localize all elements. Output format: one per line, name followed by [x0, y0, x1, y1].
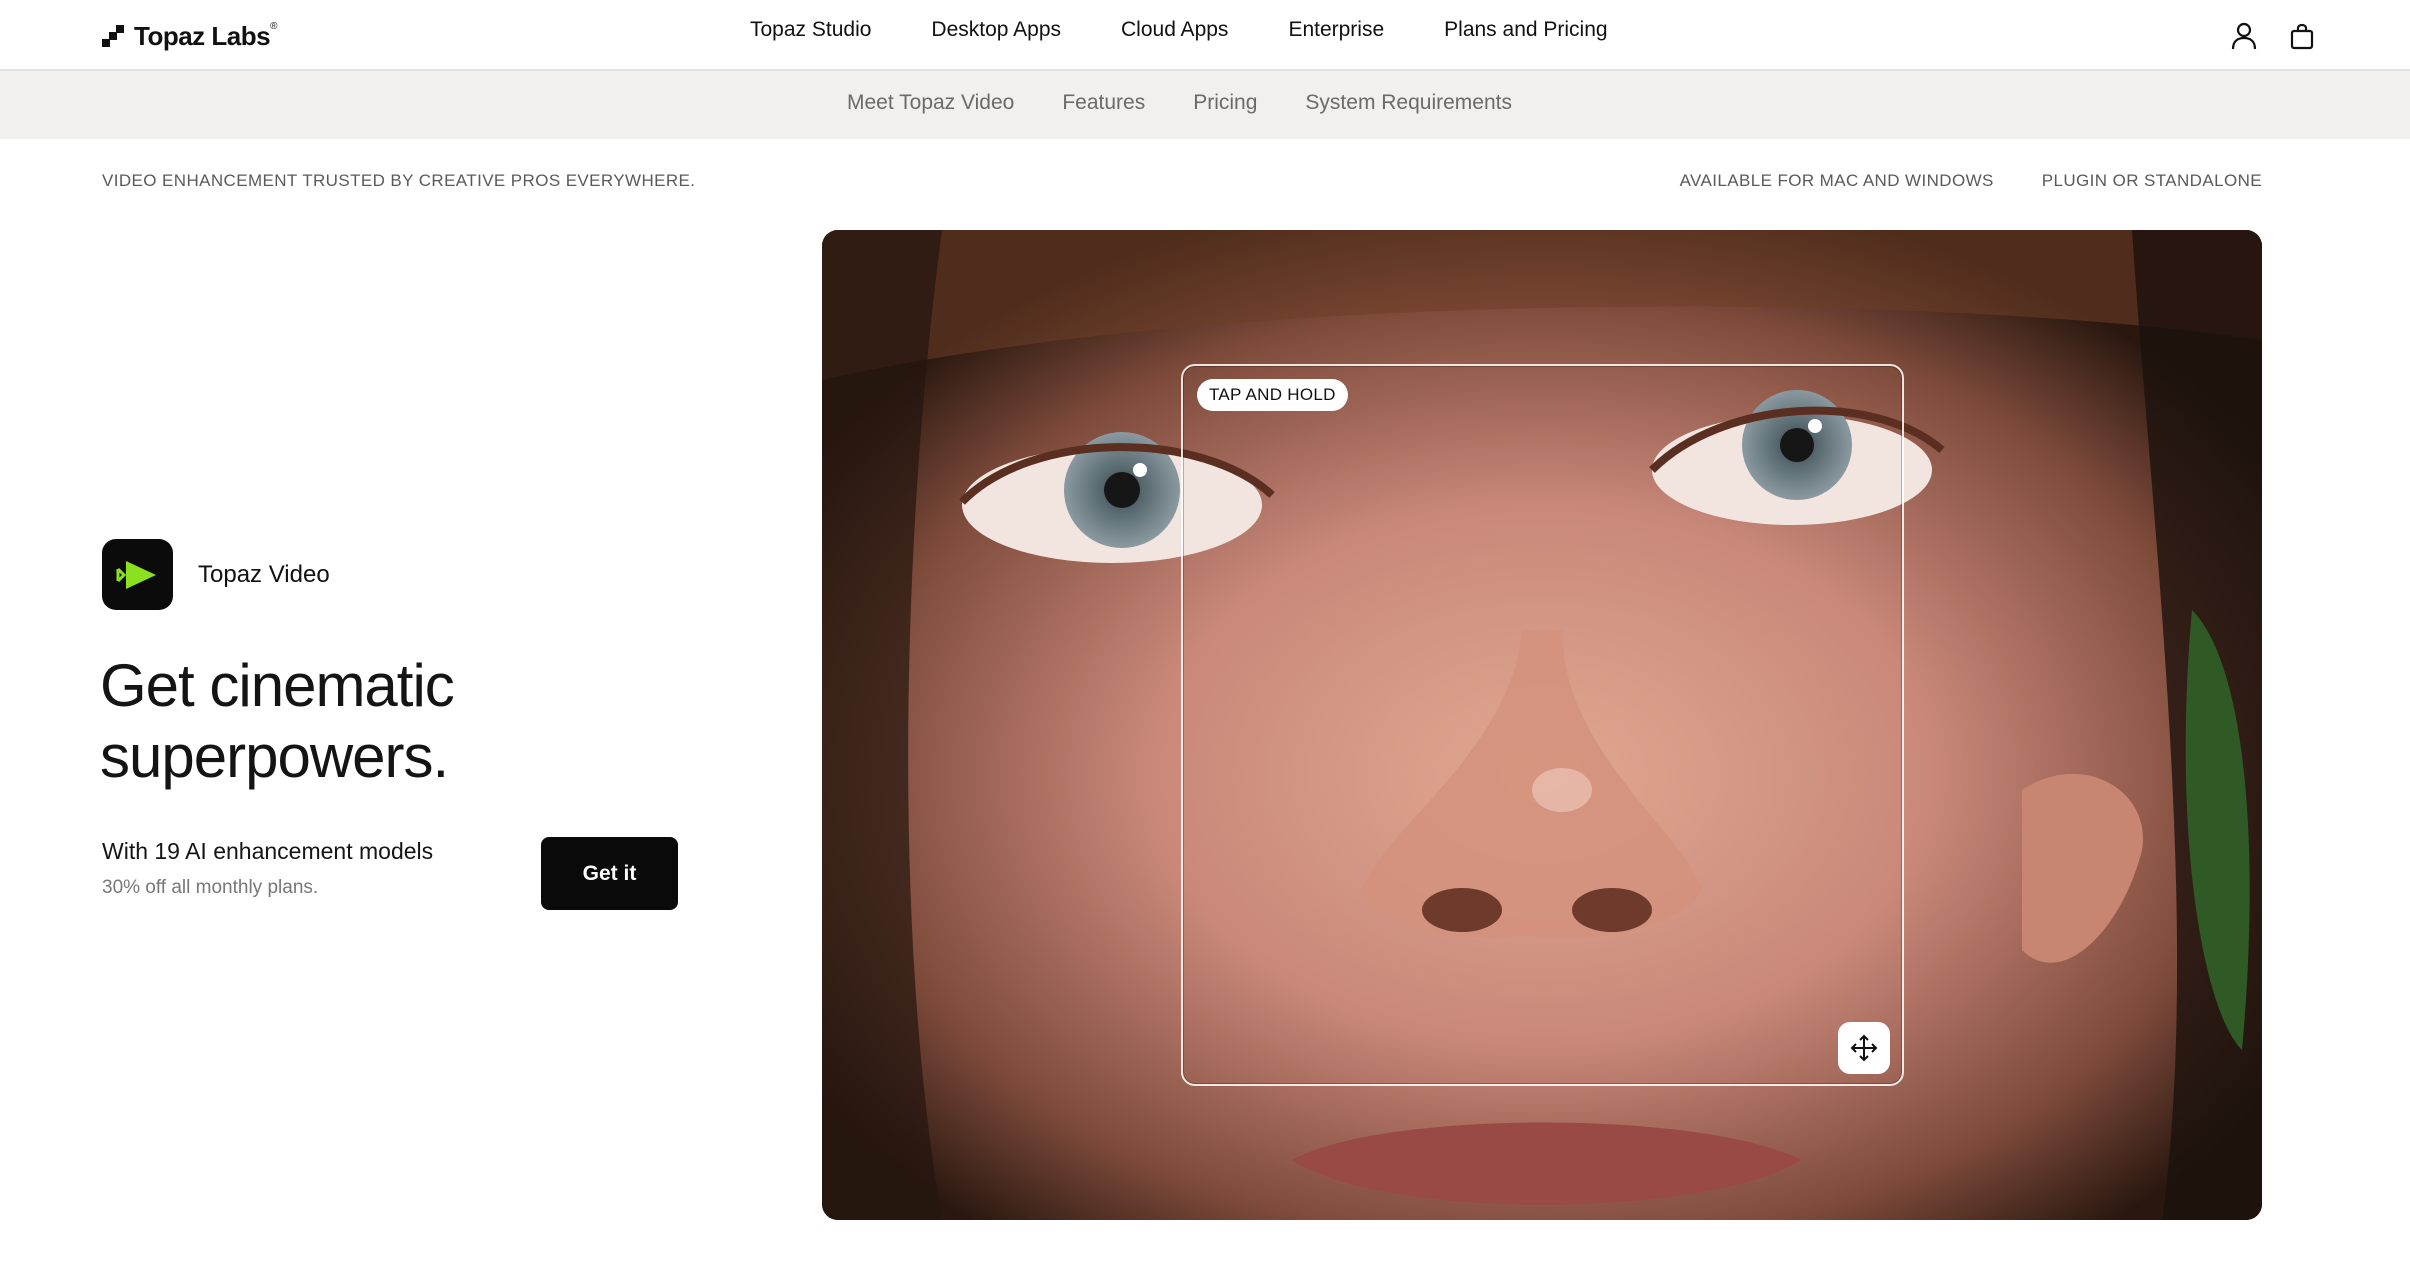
- product-label: Topaz Video: [102, 539, 330, 610]
- nav-item-plans-and-pricing[interactable]: Plans and Pricing: [1444, 18, 1607, 42]
- brand-logo[interactable]: Topaz Labs®: [102, 20, 277, 52]
- hero-comparison-image: TAP AND HOLD: [822, 230, 2262, 1220]
- account-icon[interactable]: [2228, 20, 2260, 52]
- subnav-item-meet-topaz-video[interactable]: Meet Topaz Video: [847, 91, 1014, 115]
- discount-text: 30% off all monthly plans.: [102, 877, 319, 898]
- get-it-button[interactable]: Get it: [541, 837, 678, 910]
- hero-headline: Get cinematic superpowers.: [100, 652, 455, 790]
- tap-and-hold-badge: TAP AND HOLD: [1197, 379, 1348, 411]
- platform-tag-plugin: PLUGIN OR STANDALONE: [2041, 171, 2262, 190]
- top-nav: Topaz Labs® Topaz Studio Desktop Apps Cl…: [0, 0, 2410, 71]
- nav-actions: [2228, 20, 2318, 52]
- nav-item-enterprise[interactable]: Enterprise: [1288, 18, 1384, 42]
- platform-tag-mac-windows: AVAILABLE FOR MAC AND WINDOWS: [1679, 171, 1994, 190]
- product-subnav: Meet Topaz Video Features Pricing System…: [0, 71, 2410, 139]
- trust-tagline: VIDEO ENHANCEMENT TRUSTED BY CREATIVE PR…: [102, 171, 696, 190]
- nav-item-cloud-apps[interactable]: Cloud Apps: [1121, 18, 1228, 42]
- models-text: With 19 AI enhancement models: [102, 838, 434, 864]
- subnav-item-pricing[interactable]: Pricing: [1193, 91, 1257, 115]
- topaz-logo-icon: [102, 25, 124, 47]
- comparison-window[interactable]: TAP AND HOLD: [1181, 364, 1904, 1086]
- subnav-item-features[interactable]: Features: [1062, 91, 1145, 115]
- topaz-video-app-icon: [102, 539, 173, 610]
- nav-item-topaz-studio[interactable]: Topaz Studio: [750, 18, 871, 42]
- cart-icon[interactable]: [2286, 20, 2318, 52]
- subnav-item-system-requirements[interactable]: System Requirements: [1305, 91, 1512, 115]
- brand-name: Topaz Labs®: [134, 20, 277, 51]
- platform-tags: AVAILABLE FOR MAC AND WINDOWS PLUGIN OR …: [1680, 171, 2262, 191]
- nav-item-desktop-apps[interactable]: Desktop Apps: [931, 18, 1061, 42]
- product-name: Topaz Video: [198, 560, 330, 588]
- move-handle-icon[interactable]: [1838, 1022, 1890, 1074]
- main-nav: Topaz Studio Desktop Apps Cloud Apps Ent…: [750, 18, 1608, 42]
